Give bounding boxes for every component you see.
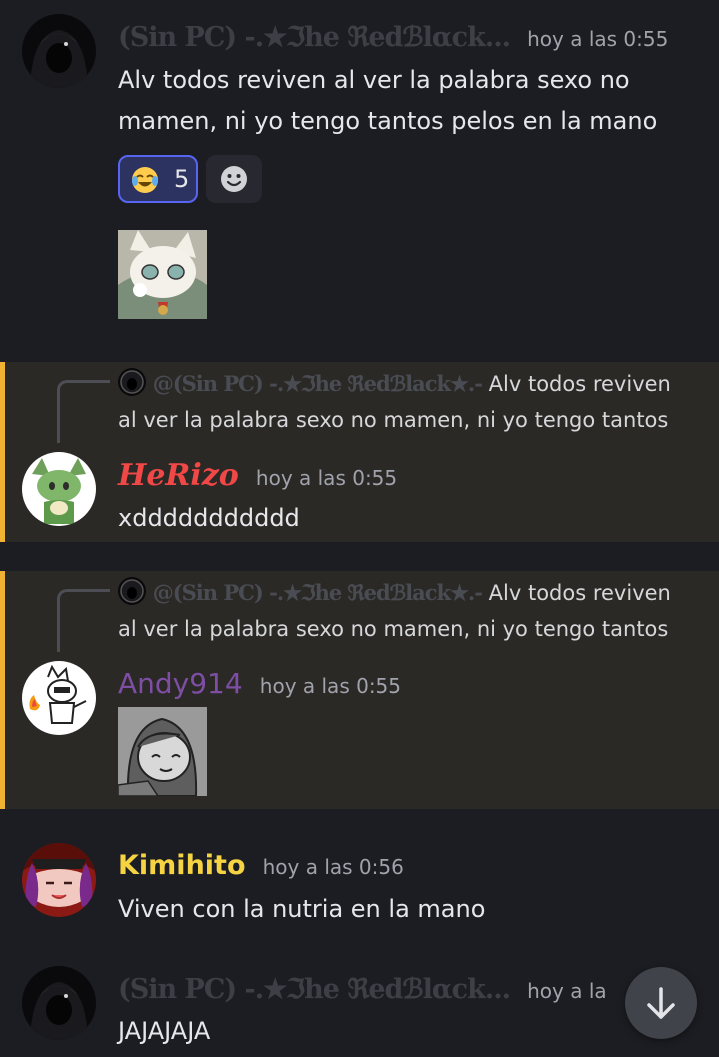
anime-character-avatar-icon — [22, 843, 96, 917]
message-header: (Sin PC) -.★ℑhe ℜedℬlαck... hoy a la — [118, 974, 607, 1005]
message-header: Kimihito hoy a las 0:56 — [118, 850, 404, 881]
message-5: (Sin PC) -.★ℑhe ℜedℬlαck... hoy a la JAJ… — [0, 955, 719, 1057]
message-text: Alv todos reviven al ver la palabra sexo… — [118, 60, 657, 142]
timestamp: hoy a las 0:55 — [255, 466, 398, 490]
message-text-line-2: mamen, ni yo tengo tantos pelos en la ma… — [118, 107, 658, 135]
joy-emoji-icon — [132, 167, 158, 193]
reply-text-line-1: Alv todos reviven — [488, 372, 671, 396]
reply-connector — [57, 589, 110, 652]
avatar-andy914[interactable] — [22, 661, 96, 735]
arrow-down-icon — [647, 987, 675, 1019]
username[interactable]: (Sin PC) -.★ℑhe ℜedℬlαck... — [118, 974, 511, 1005]
sticker-attachment[interactable] — [118, 230, 207, 319]
sketch-character-avatar-icon — [22, 661, 96, 735]
reply-avatar-icon — [118, 577, 146, 605]
username[interactable]: Kimihito — [118, 850, 246, 881]
message-text: Viven con la nutria en la mano — [118, 895, 486, 923]
green-cat-avatar-icon — [22, 452, 96, 526]
message-header: (Sin PC) -.★ℑhe ℜedℬlαck... hoy a las 0:… — [118, 22, 668, 53]
message-2-reply: @(Sin PC) -.★ℑhe ℜedℬlack★.- Alv todos r… — [0, 362, 719, 542]
reply-author: @(Sin PC) -.★ℑhe ℜedℬlack★.- — [152, 580, 483, 605]
message-header: HeRizo hoy a las 0:55 — [118, 458, 397, 493]
message-1: (Sin PC) -.★ℑhe ℜedℬlαck... hoy a las 0:… — [0, 0, 719, 340]
reply-connector — [57, 380, 110, 443]
timestamp: hoy a la — [527, 979, 607, 1003]
timestamp: hoy a las 0:55 — [527, 27, 669, 51]
reply-author: @(Sin PC) -.★ℑhe ℜedℬlack★.- — [152, 371, 483, 396]
smiley-add-reaction-icon — [221, 166, 247, 192]
username[interactable]: Andy914 — [118, 667, 243, 700]
reply-preview-line-2: al ver la palabra sexo no mamen, ni yo t… — [118, 617, 669, 641]
message-4: Kimihito hoy a las 0:56 Viven con la nut… — [0, 830, 719, 940]
message-header: Andy914 hoy a las 0:55 — [118, 667, 401, 700]
add-reaction-button[interactable] — [206, 155, 262, 203]
reaction-count: 5 — [174, 165, 190, 193]
timestamp: hoy a las 0:56 — [262, 855, 404, 879]
reply-preview[interactable]: @(Sin PC) -.★ℑhe ℜedℬlack★.- Alv todos r… — [118, 366, 671, 402]
cat-character-sticker-image — [118, 230, 207, 319]
scroll-to-bottom-button[interactable] — [625, 967, 697, 1039]
dark-hair-avatar-icon — [22, 14, 96, 88]
reply-avatar-icon — [118, 368, 146, 396]
username[interactable]: HeRizo — [118, 458, 239, 493]
dark-hair-avatar-icon — [22, 966, 96, 1040]
message-text: xddddddddddd — [118, 504, 300, 532]
timestamp: hoy a las 0:55 — [259, 674, 402, 698]
reply-preview[interactable]: @(Sin PC) -.★ℑhe ℜedℬlack★.- Alv todos r… — [118, 575, 671, 611]
sticker-attachment[interactable] — [118, 707, 207, 796]
mention-highlight-bar — [0, 571, 5, 809]
avatar-herizo[interactable] — [22, 452, 96, 526]
username[interactable]: (Sin PC) -.★ℑhe ℜedℬlαck... — [118, 22, 511, 53]
mention-highlight-bar — [0, 362, 5, 542]
avatar-kimihito[interactable] — [22, 843, 96, 917]
reply-preview-line-2: al ver la palabra sexo no mamen, ni yo t… — [118, 408, 669, 432]
reply-text-line-1: Alv todos reviven — [488, 581, 671, 605]
message-3-reply: @(Sin PC) -.★ℑhe ℜedℬlack★.- Alv todos r… — [0, 571, 719, 809]
message-text-line-1: Alv todos reviven al ver la palabra sexo… — [118, 66, 630, 94]
avatar-sinpc[interactable] — [22, 14, 96, 88]
message-text: JAJAJAJA — [118, 1017, 211, 1045]
grayscale-character-sticker-image — [118, 707, 207, 796]
reaction-joy[interactable]: 5 — [118, 155, 198, 203]
avatar-sinpc[interactable] — [22, 966, 96, 1040]
